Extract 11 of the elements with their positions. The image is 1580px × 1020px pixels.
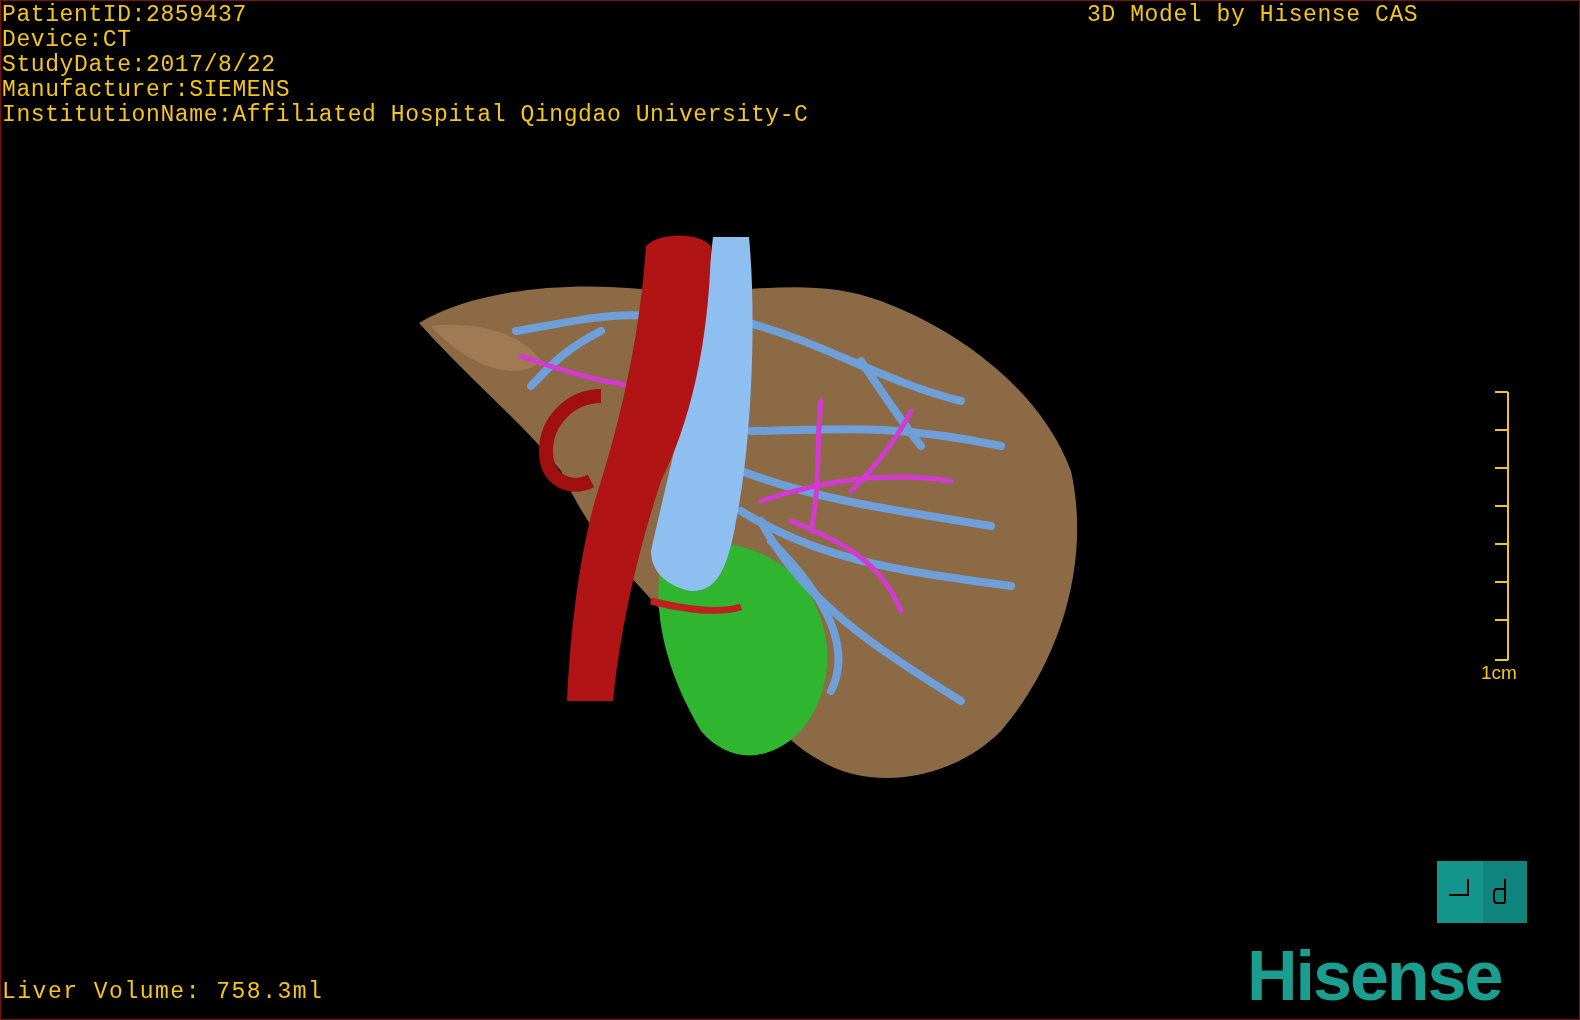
scale-bar-icon: [1492, 391, 1511, 661]
scale-label: 1cm: [1481, 663, 1517, 683]
info-text: Manufacturer:SIEMENS: [2, 78, 292, 103]
logo-wordmark: Hisense: [1247, 941, 1502, 1011]
info-text: Device:CT: [2, 28, 133, 53]
info-text: InstitutionName:Affiliated Hospital Qingdao University-C: [2, 103, 809, 128]
liver-volume-text: Liver Volume: 758.3ml: [2, 980, 324, 1005]
caption-text: 3D Model by Hisense CAS: [1087, 3, 1419, 28]
info-text: PatientID:2859437: [2, 3, 248, 28]
info-text: StudyDate:2017/8/22: [2, 53, 277, 78]
orientation-cube-icon: [1437, 861, 1527, 923]
